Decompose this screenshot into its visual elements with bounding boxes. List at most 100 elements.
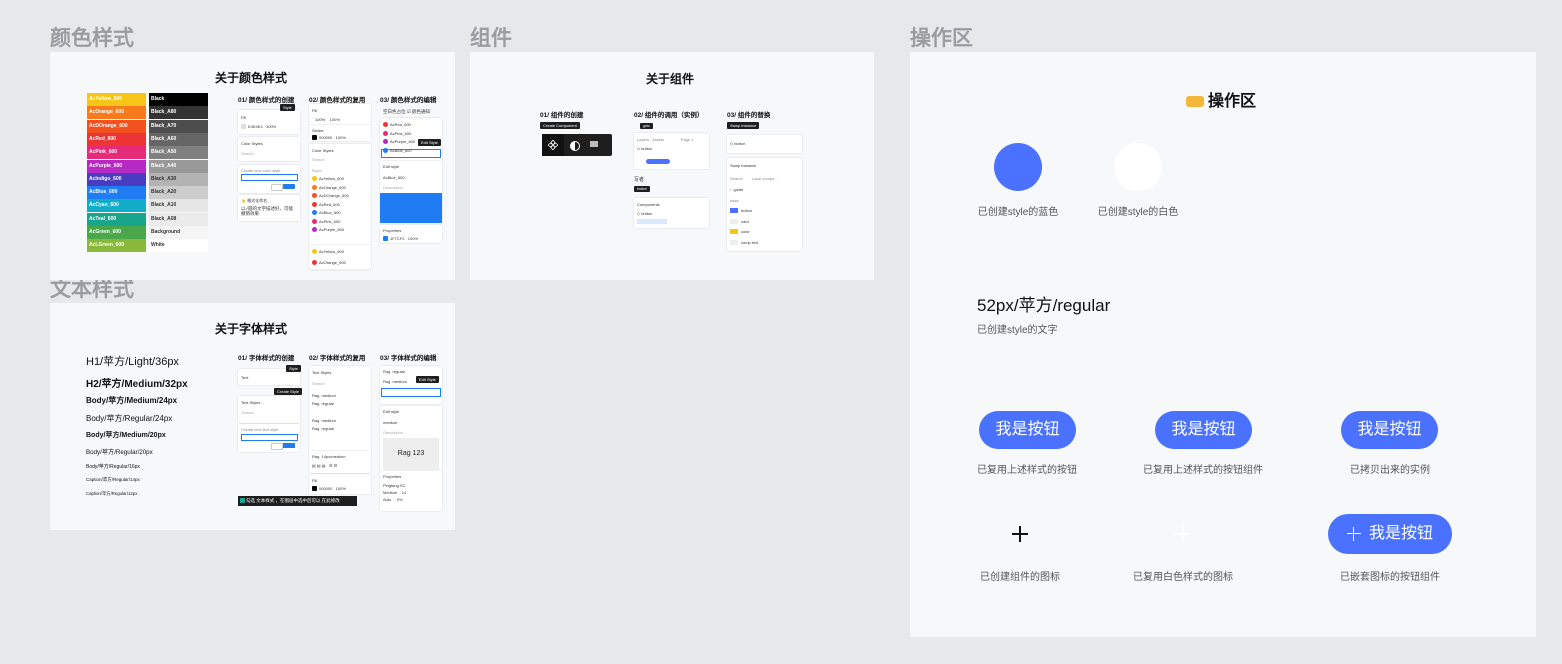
swap-item-label: color [741,229,750,234]
boolean-icon[interactable] [590,141,598,147]
color-style-frame[interactable]: 关于颜色样式 AcYellow_600 AcOrange_600 AcDOrange… [50,52,455,280]
text-properties-card[interactable]: Rag 14px/medium ▤ ▤ ▤ ☰ ☰ [309,451,371,473]
type-sample[interactable]: Caption/苹方/Regular/12px [86,491,137,497]
button-component[interactable]: 我是按钮 [1155,411,1252,449]
swap-item[interactable]: button [730,208,758,219]
swap-item-label: comp text [741,239,759,245]
color-list-item[interactable]: AcPurple_600 [312,227,349,236]
style-tip: Style [286,365,301,372]
swatch-acpink_600[interactable]: AcPink_600 [87,146,146,160]
type-sample[interactable]: Body/苹方/Medium/24px [86,395,177,406]
swatch-acred_600[interactable]: AcRed_600 [87,132,146,146]
type-sample[interactable]: H1/苹方/Light/36px [86,353,179,369]
swatch-black_a70[interactable]: Black_A70 [149,119,208,133]
type-sample[interactable]: Body/苹方/Regular/16px [86,463,140,470]
icon-button-component[interactable]: 我是按钮 [1328,514,1452,554]
mask-icon[interactable] [570,141,580,151]
type-sample[interactable]: Body/苹方/Medium/20px [86,430,166,440]
create-style-card[interactable]: Create new color style [238,165,300,193]
component-thumb-icon [730,208,738,214]
swatch-black[interactable]: Black [149,93,208,106]
color-list-item[interactable]: AcPurple_600 [383,139,415,148]
swatch-accyan_600[interactable]: AcCyan_600 [87,199,146,213]
swap-tooltip: Swap Instance [727,122,760,129]
white-style-caption: 已创建style的白色 [1097,207,1179,218]
swatch-black_a20[interactable]: Black_A20 [149,186,208,200]
color-list-label: AcRed_600 [390,122,411,127]
swatch-acorange_600[interactable]: AcOrange_600 [87,106,146,120]
text-styles-list[interactable]: Text Styles Search Rag medium Rag regula… [309,366,371,454]
swap-item[interactable]: comp text [730,240,758,251]
color-list-item[interactable]: AcOrange_600 [312,185,349,194]
swap-item[interactable]: card [730,219,758,230]
frame-title-operation[interactable]: 操作区 [910,22,973,52]
swap-item[interactable]: color [730,229,758,240]
component-frame[interactable]: 关于组件 01/ 组件的创建 02/ 组件的调用（实例） 03/ 组件的替换 C… [470,52,874,280]
swatch-acteal_600[interactable]: AcTeal_600 [87,212,146,226]
swatch-acpurple_600[interactable]: AcPurple_600 [87,159,146,173]
properties-card[interactable]: Properties 1F7CF2 100% [380,225,442,243]
note-card: 👆 格式化命名 以√圆的文字描述好，可能撤销效果 [238,195,300,221]
comp-section-instance: 02/ 组件的调用（实例） [634,112,704,119]
type-sample[interactable]: Body/苹方/Regular/24px [86,413,172,424]
color-style-picks[interactable]: AcYellow_600 AcOrange_600 [309,245,371,269]
color-list-label: AcYellow_600 [319,176,344,181]
swatch-acgreen_600[interactable]: AcGreen_600 [87,226,146,239]
swatch-aclgreen_600[interactable]: AcLGreen_600 [87,239,146,253]
swatch-black_a30[interactable]: Black_A30 [149,172,208,186]
type-sample[interactable]: Caption/苹方/Regular/14px [86,477,140,483]
swatch-black_a80[interactable]: Black_A80 [149,106,208,120]
swap-target-card[interactable]: ◇ button [727,135,802,153]
color-list-item[interactable]: AcPink_600 [383,131,415,140]
text-edit-style-card[interactable]: Edit style medium Description Rag 123 [380,406,442,474]
swatch-background[interactable]: Background [149,226,208,239]
white-plus-icon[interactable] [1173,524,1193,544]
swap-instance-panel[interactable]: Swap Instance Search Local compo... ‹ gu… [727,158,802,251]
color-list-item[interactable]: AcDOrange_600 [312,193,349,202]
color-list-item[interactable]: AcPink_600 [312,219,349,228]
color-list-item[interactable]: AcRed_600 [383,122,415,131]
edit-color-list[interactable]: AcRed_600 AcPink_600 AcPurple_600 AcBlue_60… [380,118,442,162]
plus-icon[interactable] [1010,524,1030,544]
text-style-sample[interactable]: 52px/苹方/regular [977,291,1110,316]
instance-card[interactable]: Layers Assets Page 1 ◇ button [634,133,709,169]
swatch-black_a10[interactable]: Black_A10 [149,199,208,213]
swatch-acdorange_600[interactable]: AcDOrange_600 [87,119,146,133]
blue-color-style[interactable] [994,143,1042,191]
color-styles-card[interactable]: Color Styles Search [238,137,300,161]
frame-title-component[interactable]: 组件 [470,22,512,52]
color-dot-icon [312,201,317,207]
type-sample[interactable]: H2/苹方/Medium/32px [86,375,188,390]
components-panel[interactable]: Components ◇ button [634,198,709,228]
text-card[interactable]: Style Text [238,365,301,385]
component-icon[interactable] [548,140,558,150]
type-sample[interactable]: Body/苹方/Regular/20px [86,447,153,456]
fill-card[interactable]: Style Fill E4E4E4 100% [238,104,300,134]
text-fill-card[interactable]: Fill 000000 100% [309,474,371,494]
button-style-reused[interactable]: 我是按钮 [979,411,1076,449]
text-style-frame[interactable]: 关于字体样式 H1/苹方/Light/36px H2/苹方/Medium/32px… [50,303,455,530]
create-text-style-card[interactable]: Create new text style [238,424,300,452]
swatch-acblue_600[interactable]: AcBlue_600 [87,186,146,200]
swatch-black_a60[interactable]: Black_A60 [149,132,208,146]
swatch-black_a50[interactable]: Black_A50 [149,146,208,160]
text-edit-properties[interactable]: Properties Pingfang SC Medium 14 Auto 0% [380,471,442,511]
text-styles-card[interactable]: Text Styles Search [238,396,300,423]
component-toolbar[interactable] [542,134,612,156]
section-edit: 03/ 颜色样式的编辑 [380,97,437,104]
swatch-black_a40[interactable]: Black_A40 [149,159,208,173]
operation-frame[interactable]: 操作区 已创建style的蓝色 已创建style的白色 52px/苹方/regu… [910,52,1536,637]
color-list-item[interactable]: AcBlue_600 [312,210,349,219]
color-list-item[interactable]: AcRed_600 [312,202,349,211]
swatch-acyellow_600[interactable]: AcYellow_600 [87,93,146,106]
edit-style-card[interactable]: Edit style AcBlue_600 Description [380,161,442,223]
swatch-acindigo_600[interactable]: AcIndigo_600 [87,172,146,186]
frame-title-color[interactable]: 颜色样式 [50,22,134,52]
stroke-card[interactable]: Stroke 000000 100% [309,125,371,141]
swatch-black_a08[interactable]: Black_A08 [149,212,208,226]
color-list-item[interactable]: AcYellow_600 [312,176,349,185]
text-edit-list[interactable]: Rag regular Rag medium Edit Style [380,366,442,404]
button-instance[interactable]: 我是按钮 [1341,411,1438,449]
white-color-style[interactable] [1114,143,1162,191]
swatch-white[interactable]: White [149,239,208,253]
